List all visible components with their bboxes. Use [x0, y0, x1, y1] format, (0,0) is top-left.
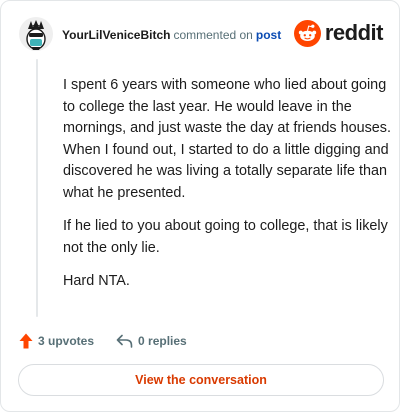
comment-actions: 3 upvotes 0 replies	[19, 331, 187, 351]
thread-line	[36, 59, 38, 317]
comment-embed-card: YourLilVeniceBitch commented on post reddi…	[0, 0, 400, 412]
comment-byline: YourLilVeniceBitch commented on post	[62, 28, 281, 42]
comment-header: YourLilVeniceBitch commented on post reddi…	[19, 17, 384, 53]
comment-paragraph: If he lied to you about going to college…	[63, 218, 388, 256]
comment-paragraph: Hard NTA.	[63, 273, 130, 289]
comment-body: I spent 6 years with someone who lied ab…	[63, 75, 391, 305]
upvote-button[interactable]: 3 upvotes	[19, 333, 94, 349]
replies-button[interactable]: 0 replies	[116, 334, 187, 348]
reply-count: 0 replies	[138, 334, 187, 348]
username-link[interactable]: YourLilVeniceBitch	[62, 28, 170, 42]
reply-arrow-icon	[116, 334, 133, 348]
upvote-arrow-icon	[19, 333, 33, 349]
reddit-logo-icon	[293, 19, 321, 47]
view-conversation-button[interactable]: View the conversation	[18, 364, 384, 396]
upvote-count: 3 upvotes	[38, 334, 95, 348]
user-avatar[interactable]	[19, 17, 53, 51]
commented-on-text: commented on	[173, 28, 253, 42]
post-link[interactable]: post	[256, 28, 281, 42]
reddit-brand[interactable]: reddit	[293, 18, 384, 48]
reddit-wordmark: reddit	[324, 20, 384, 45]
comment-paragraph: I spent 6 years with someone who lied ab…	[63, 77, 391, 201]
